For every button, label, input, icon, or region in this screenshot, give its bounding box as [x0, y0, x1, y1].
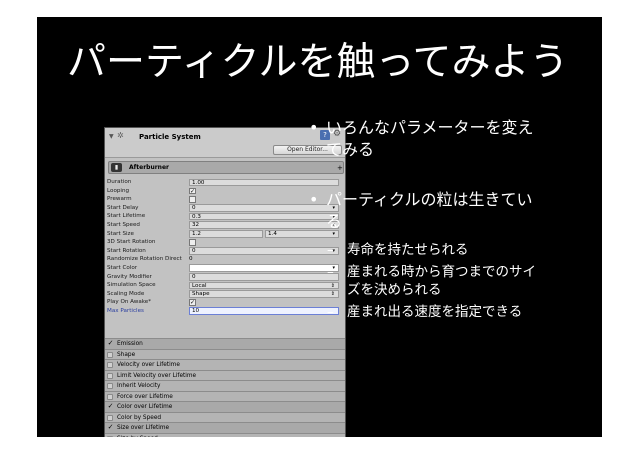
bullet-text: パーティクルの粒は生きてい る: [326, 190, 533, 231]
property-checkbox[interactable]: [189, 196, 196, 203]
module-row[interactable]: ✓ Emission: [105, 338, 345, 349]
property-input[interactable]: 1.00: [189, 178, 339, 186]
slide: パーティクルを触ってみよう ▼ ✲ Particle System ? ⚙ Op…: [37, 17, 602, 437]
property-label: Play On Awake*: [107, 299, 152, 306]
property-label: Simulation Space: [107, 282, 156, 289]
property-label: Start Size: [107, 230, 134, 237]
property-row: 3D Start Rotation: [105, 238, 345, 247]
property-input[interactable]: 10: [189, 307, 339, 315]
sub-bullet-item: – 産まれる時から育つまでのサイ ズを決められる: [327, 263, 597, 299]
module-checkbox[interactable]: [107, 362, 113, 368]
property-label: Start Rotation: [107, 247, 146, 254]
property-input[interactable]: 0: [189, 273, 339, 281]
module-checkbox[interactable]: [107, 372, 113, 379]
module-list: ✓ Emission Shape Velocity over Lifetime Limi…: [105, 338, 345, 438]
property-row: Gravity Modifier 0: [105, 273, 345, 282]
module-label: Velocity over Lifetime: [117, 362, 180, 368]
property-row: Max Particles 10: [105, 307, 345, 316]
property-label: Randomize Rotation Direct: [107, 256, 182, 263]
property-label: 3D Start Rotation: [107, 239, 156, 246]
module-row[interactable]: Velocity over Lifetime: [105, 359, 345, 370]
module-label: Size over Lifetime: [117, 425, 170, 431]
sub-bullet-text: 産まれ出る速度を指定できる: [347, 304, 523, 320]
module-checkbox[interactable]: ✓: [107, 403, 114, 410]
property-label: Max Particles: [107, 307, 144, 314]
sub-bullet-text: 寿命を持たせられる: [347, 242, 469, 258]
property-label: Prewarm: [107, 196, 132, 203]
bullet-text: いろんなパラメーターを変え てみる: [326, 118, 534, 159]
property-label: Start Speed: [107, 221, 140, 228]
property-label: Start Lifetime: [107, 213, 146, 220]
property-label: Start Color: [107, 264, 138, 271]
property-value[interactable]: 0: [189, 255, 193, 264]
collapse-arrow-icon[interactable]: ▼: [109, 133, 114, 140]
module-label: Color by Speed: [117, 414, 162, 421]
property-row: Simulation Space Local ⇕: [105, 281, 345, 290]
module-checkbox[interactable]: ✓: [107, 340, 114, 347]
component-title: Particle System: [139, 133, 201, 141]
sub-bullet-item: – 寿命を持たせられる: [327, 241, 597, 259]
module-row[interactable]: Color by Speed: [105, 411, 345, 422]
module-checkbox[interactable]: ✓: [107, 424, 114, 431]
module-checkbox[interactable]: [107, 393, 113, 400]
property-label: Start Delay: [107, 204, 139, 211]
bullet-item: • パーティクルの粒は生きてい る: [309, 189, 599, 233]
sub-bullet-text: 産まれる時から育つまでのサイ ズを決められる: [347, 264, 536, 298]
module-name: Afterburner: [129, 164, 169, 171]
module-checkbox[interactable]: [107, 383, 113, 389]
dash-icon: –: [327, 304, 334, 320]
module-row[interactable]: ✓ Size over Lifetime: [105, 422, 345, 433]
property-row: Start Rotation 0 ▾: [105, 247, 345, 256]
property-label: Looping: [107, 187, 130, 194]
property-checkbox[interactable]: ✓: [189, 299, 196, 306]
main-module-header[interactable]: ▮ Afterburner +: [108, 161, 344, 174]
property-checkbox[interactable]: [189, 239, 196, 246]
module-row[interactable]: Force over Lifetime: [105, 390, 345, 401]
module-label: Shape: [117, 351, 136, 358]
toggle-icon: ▮: [111, 163, 122, 172]
slide-title: パーティクルを触ってみよう: [67, 40, 569, 85]
color-field[interactable]: ▾: [189, 264, 339, 272]
property-row: Start Color ▾: [105, 264, 345, 273]
module-checkbox[interactable]: [107, 351, 113, 358]
sub-bullet-item: – 産まれ出る速度を指定できる: [327, 303, 597, 321]
property-label: Duration: [107, 179, 132, 185]
module-label: Emission: [117, 341, 143, 347]
dash-icon: –: [327, 242, 334, 258]
module-label: Force over Lifetime: [117, 393, 173, 400]
property-row: Scaling Mode Shape ⇕: [105, 290, 345, 299]
property-row: Duration 1.00: [105, 178, 345, 187]
module-row[interactable]: Shape: [105, 348, 345, 359]
particle-system-inspector: ▼ ✲ Particle System ? ⚙ Open Editor... ▮…: [104, 127, 346, 437]
module-row[interactable]: Size by Speed: [105, 432, 345, 438]
bullet-item: • いろんなパラメーターを変え てみる: [309, 117, 599, 161]
module-checkbox[interactable]: [107, 435, 113, 437]
property-row: Randomize Rotation Direct 0: [105, 255, 345, 264]
property-select[interactable]: Shape ⇕: [189, 290, 339, 298]
property-select[interactable]: Local ⇕: [189, 281, 339, 290]
property-input[interactable]: 0 ▾: [189, 247, 339, 255]
property-input[interactable]: 1.2: [189, 230, 263, 238]
bullet-dot-icon: •: [309, 190, 319, 209]
property-checkbox[interactable]: ✓: [189, 187, 196, 195]
add-module-icon[interactable]: +: [337, 164, 343, 172]
particle-system-icon: ✲: [117, 131, 124, 140]
property-row: Play On Awake* ✓: [105, 298, 345, 307]
property-label: Gravity Modifier: [107, 273, 152, 280]
dash-icon: –: [327, 264, 334, 280]
module-row[interactable]: Limit Velocity over Lifetime: [105, 369, 345, 380]
module-label: Limit Velocity over Lifetime: [117, 372, 197, 379]
property-label: Scaling Mode: [107, 290, 145, 297]
bullet-dot-icon: •: [309, 118, 319, 137]
module-label: Color over Lifetime: [117, 404, 173, 410]
module-checkbox[interactable]: [107, 414, 113, 421]
module-label: Size by Speed: [117, 434, 158, 438]
module-row[interactable]: Inherit Velocity: [105, 380, 345, 391]
module-label: Inherit Velocity: [117, 383, 161, 389]
module-row[interactable]: ✓ Color over Lifetime: [105, 401, 345, 412]
